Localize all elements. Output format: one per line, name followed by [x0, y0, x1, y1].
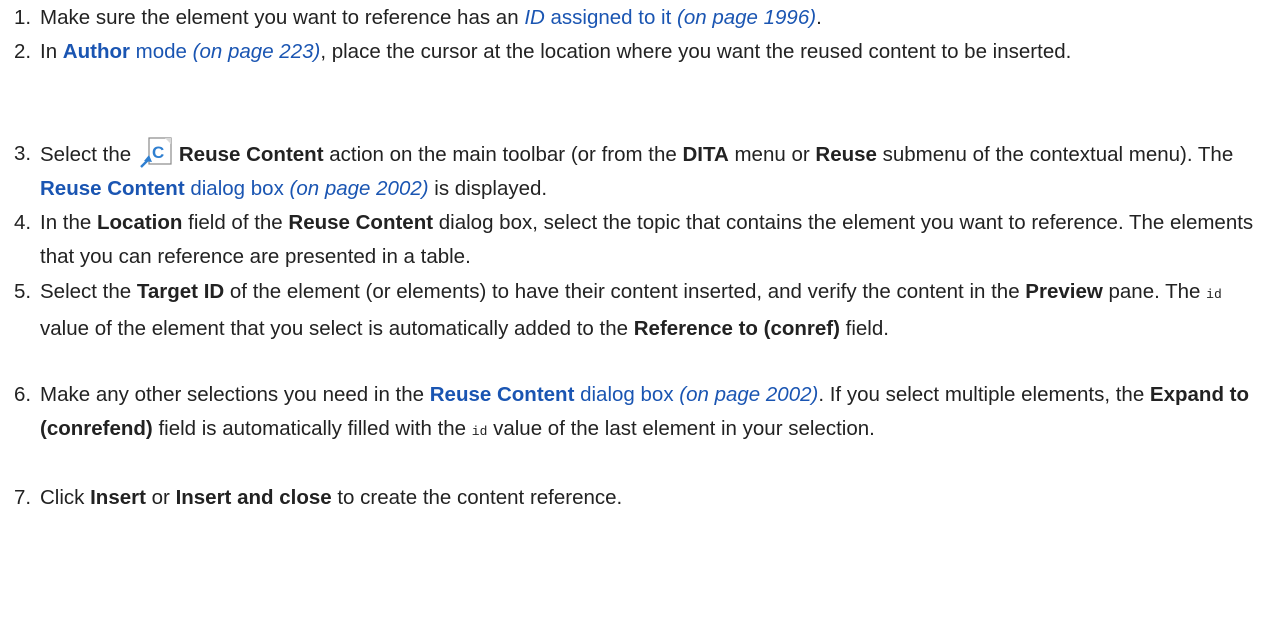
reuse-content-action: Reuse Content [178, 143, 324, 166]
step-2: 2. In Author mode (on page 223), place th… [14, 35, 1263, 69]
location-field: Location [97, 211, 183, 234]
step-number: 3. [14, 142, 32, 165]
author-mode-link[interactable]: Author mode [63, 40, 187, 63]
reuse-content-dialog-link[interactable]: Reuse Content dialog box [40, 177, 284, 200]
page-reference[interactable]: (on page 2002) [284, 177, 429, 200]
preview-pane-label: Preview [1025, 280, 1103, 303]
reuse-content-dialog-link[interactable]: Reuse Content dialog box [430, 383, 674, 406]
step-number: 6. [14, 383, 32, 406]
svg-text:C: C [152, 143, 164, 162]
step-6: 6. Make any other selections you need in … [14, 378, 1263, 449]
insert-and-close-button-label: Insert and close [175, 486, 332, 509]
step-number: 7. [14, 486, 32, 509]
page-reference[interactable]: (on page 223) [187, 40, 321, 63]
step-4: 4. In the Location field of the Reuse Con… [14, 206, 1263, 274]
page-reference[interactable]: (on page 1996) [671, 6, 816, 29]
reference-to-field: Reference to (conref) [633, 317, 840, 340]
step-1: 1. Make sure the element you want to refe… [14, 1, 1263, 35]
step-number: 4. [14, 211, 32, 234]
dita-menu: DITA [682, 143, 729, 166]
target-id-label: Target ID [136, 280, 225, 303]
reuse-content-icon: C [139, 137, 175, 171]
step-7: 7. Click Insert or Insert and close to cr… [14, 481, 1263, 515]
reuse-submenu: Reuse [815, 143, 877, 166]
step-3: 3. Select the C Reuse Content action on th… [14, 137, 1263, 206]
id-code: id [1206, 287, 1222, 302]
step-5: 5. Select the Target ID of the element (o… [14, 275, 1263, 346]
step-text: Make sure the element you want to refere… [40, 6, 525, 29]
id-code: id [471, 424, 488, 439]
step-number: 1. [14, 6, 32, 29]
reuse-content-label: Reuse Content [288, 211, 434, 234]
page-reference[interactable]: (on page 2002) [674, 383, 818, 406]
insert-button-label: Insert [90, 486, 146, 509]
step-number: 5. [14, 280, 32, 303]
id-link[interactable]: ID assigned to it [524, 6, 671, 29]
step-number: 2. [14, 40, 32, 63]
